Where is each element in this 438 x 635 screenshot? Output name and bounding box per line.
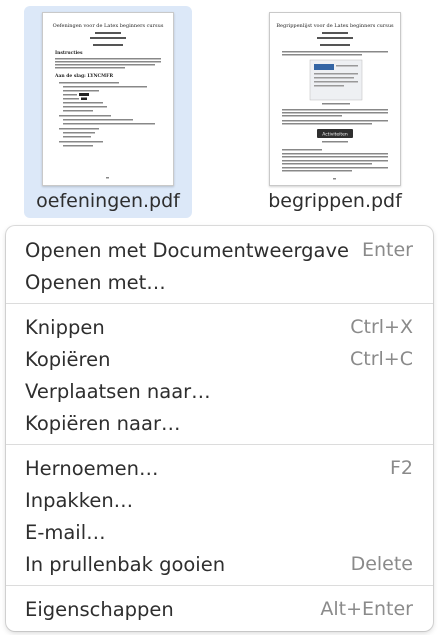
- menu-item-label: E-mail…: [25, 520, 106, 544]
- menu-item-label: Openen met…: [25, 270, 166, 294]
- preview-button-label: Activiteiten: [322, 132, 348, 138]
- menu-item-label: Hernoemen…: [25, 456, 159, 480]
- menu-item-email[interactable]: E-mail…: [6, 517, 433, 547]
- menu-item-label: Verplaatsen naar…: [25, 379, 211, 403]
- menu-separator: [6, 444, 433, 445]
- file-name: begrippen.pdf: [268, 190, 402, 212]
- pdf-thumbnail: Oefeningen voor de Latex beginners cursu…: [42, 12, 174, 186]
- menu-item-cut[interactable]: Knippen Ctrl+X: [6, 312, 433, 342]
- menu-item-label: Kopiëren: [25, 347, 111, 371]
- menu-item-move-to[interactable]: Verplaatsen naar…: [6, 376, 433, 406]
- menu-item-label: Inpakken…: [25, 488, 134, 512]
- preview-title: Oefeningen voor de Latex beginners cursu…: [53, 23, 164, 29]
- menu-item-compress[interactable]: Inpakken…: [6, 485, 433, 515]
- pdf-thumbnail: Begrippenlijst voor de Latex beginners c…: [269, 12, 401, 186]
- menu-item-rename[interactable]: Hernoemen… F2: [6, 453, 433, 483]
- file-name: oefeningen.pdf: [36, 190, 180, 212]
- menu-item-shortcut: Delete: [350, 553, 413, 575]
- menu-item-label: Knippen: [25, 315, 105, 339]
- menu-separator: [6, 585, 433, 586]
- preview-heading: Instructies: [55, 50, 83, 56]
- context-menu: Openen met Documentweergave Enter Openen…: [6, 226, 433, 631]
- file-item-begrippen[interactable]: Begrippenlijst voor de Latex beginners c…: [250, 6, 420, 218]
- preview-section: Aan de slag: LYNCMFR: [54, 73, 113, 79]
- menu-item-copy[interactable]: Kopiëren Ctrl+C: [6, 344, 433, 374]
- menu-item-copy-to[interactable]: Kopiëren naar…: [6, 408, 433, 438]
- menu-item-open-with[interactable]: Openen met…: [6, 267, 433, 297]
- menu-item-label: In prullenbak gooien: [25, 552, 226, 576]
- file-item-oefeningen[interactable]: Oefeningen voor de Latex beginners cursu…: [24, 6, 192, 218]
- menu-item-properties[interactable]: Eigenschappen Alt+Enter: [6, 594, 433, 624]
- menu-item-shortcut: Ctrl+X: [350, 316, 413, 338]
- menu-item-label: Eigenschappen: [25, 597, 174, 621]
- menu-item-label: Openen met Documentweergave: [25, 238, 349, 262]
- menu-item-shortcut: Ctrl+C: [350, 348, 413, 370]
- menu-item-open-with-document-viewer[interactable]: Openen met Documentweergave Enter: [6, 235, 433, 265]
- menu-item-label: Kopiëren naar…: [25, 411, 181, 435]
- menu-item-move-to-trash[interactable]: In prullenbak gooien Delete: [6, 549, 433, 579]
- preview-title: Begrippenlijst voor de Latex beginners c…: [276, 23, 394, 29]
- menu-separator: [6, 303, 433, 304]
- menu-item-shortcut: F2: [389, 457, 413, 479]
- menu-item-shortcut: Enter: [362, 239, 413, 261]
- menu-item-shortcut: Alt+Enter: [320, 598, 413, 620]
